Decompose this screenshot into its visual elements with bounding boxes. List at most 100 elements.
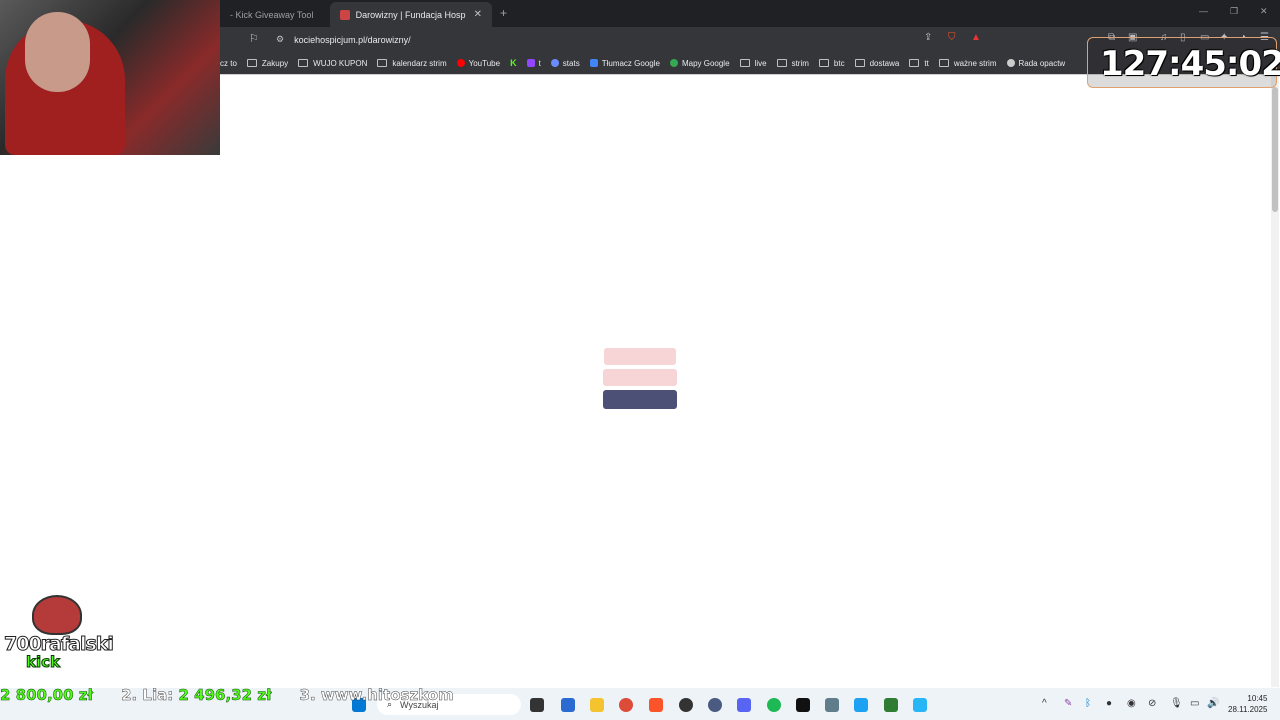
new-tab-icon[interactable]: + xyxy=(500,6,507,20)
bookmark-twitch[interactable]: t xyxy=(526,58,541,68)
bookmark-label: dostawa xyxy=(869,58,900,68)
bookmark-cz-to[interactable]: cz to xyxy=(220,59,237,68)
mascot-icon xyxy=(32,595,82,635)
folder-icon xyxy=(739,59,750,67)
calculator-icon[interactable] xyxy=(825,698,839,712)
loader-bar-bottom xyxy=(603,390,677,409)
obs-icon[interactable] xyxy=(679,698,693,712)
webcam-overlay xyxy=(0,0,220,155)
brave-icon[interactable] xyxy=(649,698,663,712)
page-loader xyxy=(603,348,677,410)
bookmark-wazne-strim[interactable]: ważne strim xyxy=(938,58,997,68)
bookmark-kalendarz[interactable]: kalendarz strim xyxy=(377,58,447,68)
maximize-icon[interactable]: ❐ xyxy=(1230,6,1238,17)
volume-icon[interactable]: 🔊 xyxy=(1207,698,1219,709)
bookmark-label: tt xyxy=(924,58,929,68)
streamer-head xyxy=(25,12,90,92)
scrollbar-thumb[interactable] xyxy=(1272,87,1278,212)
bookmark-label: btc xyxy=(833,58,845,68)
folder-icon xyxy=(854,59,865,67)
twitch-icon xyxy=(526,59,535,67)
bookmark-label: WUJO KUPON xyxy=(313,58,368,68)
donation-ticker: 2 800,00 zł 2. Lia: 2 496,32 zł 3. www.h… xyxy=(0,686,454,706)
maps-icon xyxy=(669,59,678,67)
bookmark-tt[interactable]: tt xyxy=(909,58,929,68)
widgets-icon[interactable] xyxy=(561,698,575,712)
app-tray-icon[interactable]: ● xyxy=(1106,698,1112,709)
app2-icon[interactable] xyxy=(884,698,898,712)
site-info-icon[interactable]: ⚙ xyxy=(276,34,284,45)
ticker-item-2: 2. Lia: 2 496,32 zł xyxy=(121,686,272,706)
bookmark-label: t xyxy=(538,58,541,68)
pen-icon[interactable]: ✎ xyxy=(1064,698,1072,709)
address-bar[interactable]: ⚙ kociehospicjum.pl/darowizny/ xyxy=(268,29,993,50)
tray-overflow-icon[interactable]: ^ xyxy=(1042,698,1047,709)
bookmark-label: stats xyxy=(562,58,580,68)
bookmark-label: ważne strim xyxy=(953,58,997,68)
loader-bar-top xyxy=(604,348,676,365)
folder-icon xyxy=(909,59,920,67)
folder-icon xyxy=(246,59,257,67)
timer-digits: 127:45:02 xyxy=(1100,44,1280,84)
bookmark-dostawa[interactable]: dostawa xyxy=(854,58,900,68)
folder-icon xyxy=(776,59,787,67)
brave-shield-icon[interactable]: ⛉ xyxy=(948,32,956,43)
bookmark-strim[interactable]: strim xyxy=(776,59,809,68)
bookmark-rada[interactable]: Rada opactw xyxy=(1006,58,1066,68)
clock-time: 10:45 xyxy=(1247,694,1268,703)
folder-icon xyxy=(818,59,829,67)
discord-icon[interactable] xyxy=(737,698,751,712)
bookmark-label: YouTube xyxy=(468,58,501,68)
chrome-icon[interactable] xyxy=(619,698,633,712)
notepad-icon[interactable] xyxy=(913,698,927,712)
bookmark-btc[interactable]: btc xyxy=(818,58,845,68)
close-window-icon[interactable]: ✕ xyxy=(1260,6,1268,17)
bookmark-icon[interactable]: ⚐ xyxy=(249,32,259,45)
channel-name: 700rafalski xyxy=(4,633,115,656)
bookmark-stats[interactable]: stats xyxy=(550,58,580,68)
tab-kick-giveaway[interactable]: - Kick Giveaway Tool xyxy=(220,2,330,27)
tab-darowizny[interactable]: Darowizny | Fundacja Hospicjum ✕ xyxy=(330,2,492,27)
tab-label: - Kick Giveaway Tool xyxy=(230,9,314,20)
page-scrollbar[interactable] xyxy=(1271,75,1279,687)
streamlabs-icon[interactable] xyxy=(796,698,810,712)
bookmark-label: Zakupy xyxy=(261,58,289,68)
file-explorer-icon[interactable] xyxy=(590,698,604,712)
bookmark-kick[interactable]: K xyxy=(510,58,517,68)
spotify-icon[interactable] xyxy=(767,698,781,712)
bookmark-tlumacz[interactable]: Tłumacz Google xyxy=(589,59,660,68)
bookmark-mapy[interactable]: Mapy Google xyxy=(669,59,730,68)
network-off-icon[interactable]: ⊘ xyxy=(1148,698,1156,709)
bookmark-label: cz to xyxy=(220,58,237,68)
bookmark-label: kalendarz strim xyxy=(392,58,447,68)
url-text: kociehospicjum.pl/darowizny/ xyxy=(294,34,411,45)
bookmark-zakupy[interactable]: Zakupy xyxy=(246,58,289,68)
app-icon[interactable] xyxy=(708,698,722,712)
tab-label: Darowizny | Fundacja Hospicjum xyxy=(355,9,466,20)
channel-logo: 700rafalski kick xyxy=(4,595,114,673)
clock-date: 28.11.2025 xyxy=(1228,705,1268,714)
youtube-icon xyxy=(456,59,465,67)
bookmark-live[interactable]: live xyxy=(739,58,767,68)
steam-icon[interactable]: ◉ xyxy=(1127,698,1136,709)
close-tab-icon[interactable]: ✕ xyxy=(474,9,482,20)
ticker-amount-2: 2 496,32 zł xyxy=(178,686,272,705)
bookmark-label: live xyxy=(754,58,767,68)
drop-icon xyxy=(1006,59,1015,67)
stats-icon xyxy=(550,59,559,67)
brave-rewards-icon[interactable]: ▲ xyxy=(971,32,981,43)
bluetooth-icon[interactable]: ᛒ xyxy=(1085,698,1091,709)
folder-icon xyxy=(298,59,309,67)
display-icon[interactable]: ▭ xyxy=(1190,698,1199,709)
subathon-timer: 127:45:02 xyxy=(1087,37,1280,88)
bookmark-wujo-kupon[interactable]: WUJO KUPON xyxy=(298,59,367,68)
x-icon[interactable] xyxy=(854,698,868,712)
task-view-icon[interactable] xyxy=(530,698,544,712)
bookmark-label: Rada opactw xyxy=(1018,58,1066,68)
hospicjum-favicon-icon xyxy=(340,9,350,20)
system-clock[interactable]: 10:45 28.11.2025 xyxy=(1228,693,1267,715)
share-icon[interactable]: ⇪ xyxy=(924,32,932,43)
bookmark-youtube[interactable]: YouTube xyxy=(456,58,501,68)
minimize-icon[interactable]: — xyxy=(1199,6,1208,16)
microphone-icon[interactable]: 🎙 xyxy=(1170,698,1183,709)
